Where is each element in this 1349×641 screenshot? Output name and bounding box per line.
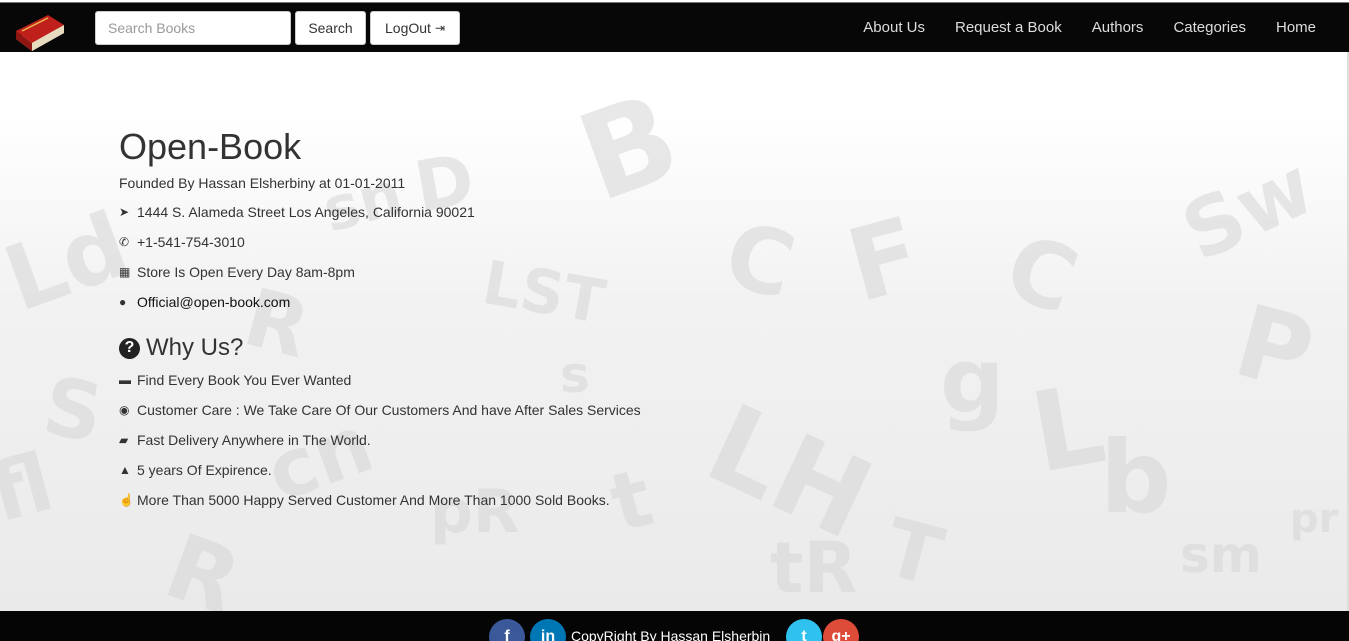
svg-text:F: F (836, 194, 932, 325)
copyright-text: CopyRight By Hassan Elsherbin (571, 628, 771, 641)
search-button-label: Search (308, 20, 353, 36)
book-logo-icon[interactable] (12, 9, 68, 55)
why-item-text: Find Every Book You Ever Wanted (137, 372, 352, 388)
about-section: Open-Book Founded By Hassan Elsherbiny a… (119, 125, 819, 515)
why-item: ▬ Find Every Book You Ever Wanted (119, 365, 819, 395)
svg-text:sm: sm (1180, 526, 1262, 584)
top-navbar: Search LogOut ⇥ About Us Request a Book … (0, 2, 1349, 52)
thumbs-up-icon: ☝ (119, 493, 134, 507)
nav-request-a-book[interactable]: Request a Book (940, 3, 1077, 53)
main-nav: About Us Request a Book Authors Categori… (848, 3, 1331, 53)
svg-text:b: b (1100, 419, 1172, 536)
nav-about-us[interactable]: About Us (848, 3, 940, 53)
footer: f in CopyRight By Hassan Elsherbin t g+ (0, 611, 1349, 641)
linkedin-icon[interactable]: in (530, 619, 566, 641)
nav-categories[interactable]: Categories (1158, 3, 1261, 53)
svg-text:pr: pr (1290, 496, 1339, 542)
svg-text:Sw: Sw (1169, 139, 1328, 279)
search-input[interactable] (95, 11, 291, 45)
google-plus-icon[interactable]: g+ (823, 619, 859, 641)
globe-icon: ● (119, 295, 127, 309)
why-item-text: Fast Delivery Anywhere in The World. (137, 432, 371, 448)
svg-text:C: C (992, 214, 1090, 335)
why-item-text: Customer Care : We Take Care Of Our Cust… (137, 402, 641, 418)
hours-text: Store Is Open Every Day 8am-8pm (137, 264, 355, 280)
sign-out-icon: ⇥ (434, 21, 445, 35)
logout-button-label: LogOut (385, 20, 431, 36)
hours-line: ▦ Store Is Open Every Day 8am-8pm (119, 257, 819, 287)
location-arrow-icon: ➤ (119, 205, 130, 219)
calendar-icon: ▦ (119, 265, 131, 279)
page-title: Open-Book (119, 126, 302, 167)
logout-button[interactable]: LogOut ⇥ (370, 11, 460, 45)
question-circle-icon: ? (119, 337, 140, 359)
facebook-icon[interactable]: f (489, 619, 525, 641)
svg-text:R: R (152, 514, 253, 611)
address-text: 1444 S. Alameda Street Los Angeles, Cali… (137, 204, 475, 220)
archive-icon: ▬ (119, 373, 131, 387)
email-link[interactable]: Official@open-book.com (137, 287, 290, 317)
why-item: ☝ More Than 5000 Happy Served Customer A… (119, 485, 819, 515)
founded-text: Founded By Hassan Elsherbiny at 01-01-20… (119, 169, 819, 197)
why-item-text: More Than 5000 Happy Served Customer And… (137, 492, 610, 508)
founded-label: Founded By Hassan Elsherbiny at 01-01-20… (119, 175, 406, 191)
svg-text:g: g (940, 329, 1004, 434)
nav-home[interactable]: Home (1261, 3, 1331, 53)
why-us-title: Why Us? (146, 334, 244, 361)
svg-text:T: T (875, 501, 952, 605)
address-line: ➤ 1444 S. Alameda Street Los Angeles, Ca… (119, 197, 819, 227)
truck-icon: ▰ (119, 433, 129, 447)
twitter-icon[interactable]: t (786, 619, 822, 641)
why-item: ▲ 5 years Of Expirence. (119, 455, 819, 485)
phone-line: ✆ +1-541-754-3010 (119, 227, 819, 257)
search-button[interactable]: Search (295, 11, 366, 45)
svg-text:tR: tR (770, 527, 857, 609)
svg-text:S: S (37, 359, 110, 461)
nav-authors[interactable]: Authors (1077, 3, 1159, 53)
why-item: ◉ Customer Care : We Take Care Of Our Cu… (119, 395, 819, 425)
road-icon: ▲ (119, 463, 131, 477)
eye-icon: ◉ (119, 403, 130, 417)
why-item-text: 5 years Of Expirence. (137, 462, 272, 478)
phone-icon: ✆ (119, 235, 130, 249)
svg-text:P: P (1224, 282, 1325, 414)
why-item: ▰ Fast Delivery Anywhere in The World. (119, 425, 819, 455)
phone-text: +1-541-754-3010 (137, 234, 245, 250)
why-us-heading: ? Why Us? (119, 331, 819, 365)
email-line: ● Official@open-book.com (119, 287, 819, 317)
